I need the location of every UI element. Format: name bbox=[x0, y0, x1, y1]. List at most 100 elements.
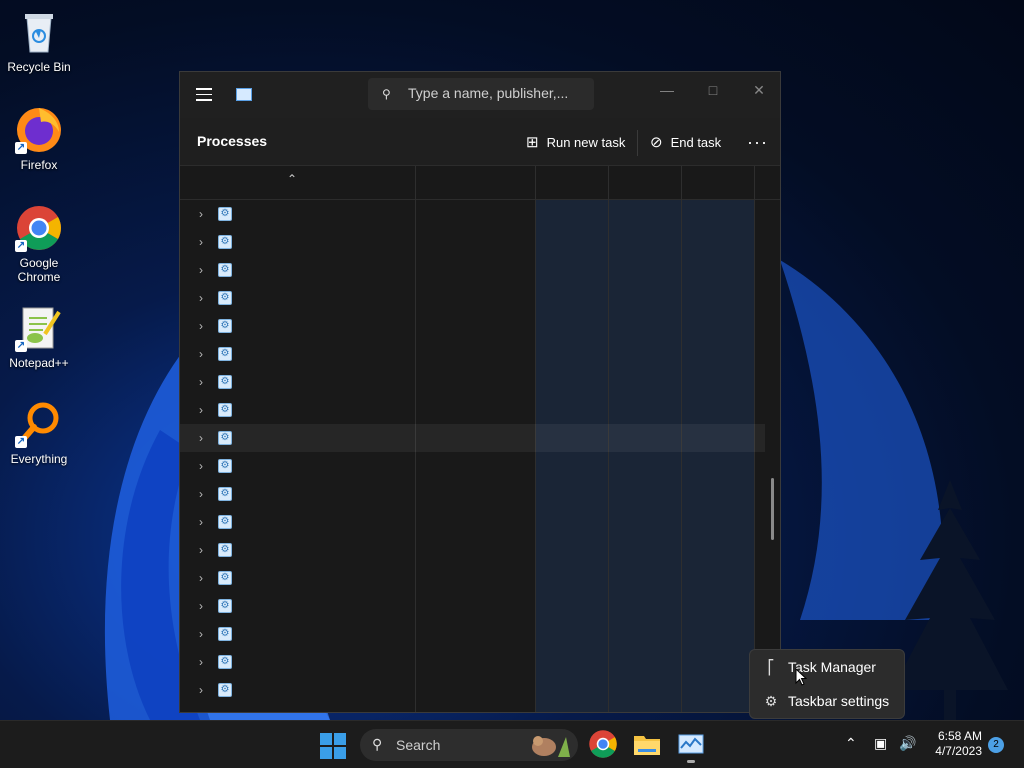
table-row[interactable]: › ⚙ bbox=[180, 368, 765, 396]
menu-item-label: Taskbar settings bbox=[788, 693, 890, 709]
table-row[interactable]: › ⚙ bbox=[180, 648, 765, 676]
table-row[interactable]: › ⚙ bbox=[180, 676, 765, 704]
process-search-box[interactable]: ⚲ bbox=[368, 78, 594, 110]
expand-chevron-icon[interactable]: › bbox=[199, 599, 203, 613]
close-button[interactable]: ✕ bbox=[736, 76, 782, 106]
expand-chevron-icon[interactable]: › bbox=[199, 403, 203, 417]
table-row[interactable]: › ⚙ bbox=[180, 340, 765, 368]
service-gear-icon: ⚙ bbox=[218, 655, 232, 669]
desktop-icon-recycle-bin[interactable]: Recycle Bin bbox=[0, 8, 78, 74]
service-gear-icon: ⚙ bbox=[218, 627, 232, 641]
shortcut-arrow-icon: ↗ bbox=[15, 340, 27, 352]
notification-badge[interactable]: 2 bbox=[988, 737, 1004, 753]
expand-chevron-icon[interactable]: › bbox=[199, 263, 203, 277]
wallpaper-tree bbox=[892, 480, 1008, 720]
service-gear-icon: ⚙ bbox=[218, 375, 232, 389]
recycle-bin-icon bbox=[15, 8, 63, 56]
vertical-scrollbar[interactable] bbox=[771, 478, 774, 540]
table-row[interactable]: › ⚙ bbox=[180, 200, 765, 228]
process-rows: › ⚙ › ⚙ › ⚙ › ⚙ › ⚙ › ⚙ › ⚙ › ⚙ › ⚙ › ⚙ › ⚙ › ⚙ › ⚙ › ⚙ › ⚙ › ⚙ › ⚙ › ⚙ bbox=[180, 200, 765, 704]
shortcut-arrow-icon: ↗ bbox=[15, 436, 27, 448]
process-table: ⌃ › ⚙ › ⚙ › ⚙ › ⚙ › ⚙ › ⚙ › ⚙ › ⚙ › ⚙ › ⚙ › ⚙ › ⚙ › ⚙ › ⚙ › ⚙ › ⚙ › ⚙ › ⚙ bbox=[180, 166, 780, 712]
expand-chevron-icon[interactable]: › bbox=[199, 655, 203, 669]
run-new-task-label: Run new task bbox=[546, 134, 626, 150]
service-gear-icon: ⚙ bbox=[218, 319, 232, 333]
clock-date: 4/7/2023 bbox=[935, 744, 982, 758]
expand-chevron-icon[interactable]: › bbox=[199, 627, 203, 641]
run-new-task-button[interactable]: ⊞ Run new task bbox=[526, 130, 625, 154]
taskbar-search-label: Search bbox=[396, 737, 441, 753]
search-highlight-illustration-icon bbox=[532, 736, 570, 757]
expand-chevron-icon[interactable]: › bbox=[199, 319, 203, 333]
desktop-icon-everything[interactable]: ↗ Everything bbox=[0, 400, 78, 466]
table-row[interactable]: › ⚙ bbox=[180, 620, 765, 648]
table-row[interactable]: › ⚙ bbox=[180, 284, 765, 312]
chrome-icon: ↗ bbox=[15, 204, 63, 252]
expand-chevron-icon[interactable]: › bbox=[199, 515, 203, 529]
table-row[interactable]: › ⚙ bbox=[180, 592, 765, 620]
expand-chevron-icon[interactable]: › bbox=[199, 431, 203, 445]
mouse-cursor-icon bbox=[795, 668, 807, 686]
active-app-indicator bbox=[687, 760, 695, 763]
start-button[interactable] bbox=[320, 733, 346, 759]
network-icon[interactable]: ▣ bbox=[874, 735, 887, 752]
command-bar: Processes ⊞ Run new task ⊘ End task ··· bbox=[180, 118, 780, 166]
expand-chevron-icon[interactable]: › bbox=[199, 207, 203, 221]
desktop-icon-chrome[interactable]: ↗ Google Chrome bbox=[0, 204, 78, 284]
taskbar-search[interactable]: ⚲ Search bbox=[360, 729, 578, 761]
more-options-icon[interactable]: ··· bbox=[747, 132, 768, 153]
expand-chevron-icon[interactable]: › bbox=[199, 543, 203, 557]
table-row[interactable]: › ⚙ bbox=[180, 480, 765, 508]
table-row[interactable]: › ⚙ bbox=[180, 228, 765, 256]
title-bar: ⚲ — □ ✕ bbox=[180, 72, 780, 118]
table-row[interactable]: › ⚙ bbox=[180, 256, 765, 284]
volume-icon[interactable]: 🔊 bbox=[899, 735, 916, 752]
menu-item-task-manager[interactable]: ⎡ Task Manager bbox=[754, 652, 900, 682]
expand-chevron-icon[interactable]: › bbox=[199, 375, 203, 389]
hamburger-menu-icon[interactable] bbox=[196, 88, 212, 102]
table-row[interactable]: › ⚙ bbox=[180, 396, 765, 424]
expand-chevron-icon[interactable]: › bbox=[199, 487, 203, 501]
gear-icon: ⚙ bbox=[764, 692, 778, 709]
table-row[interactable]: › ⚙ bbox=[180, 536, 765, 564]
desktop-icon-firefox[interactable]: ↗ Firefox bbox=[0, 106, 78, 172]
table-row[interactable]: › ⚙ bbox=[180, 564, 765, 592]
end-task-button[interactable]: ⊘ End task bbox=[650, 130, 721, 154]
search-icon: ⚲ bbox=[382, 87, 391, 101]
expand-chevron-icon[interactable]: › bbox=[199, 291, 203, 305]
service-gear-icon: ⚙ bbox=[218, 571, 232, 585]
expand-chevron-icon[interactable]: › bbox=[199, 683, 203, 697]
desktop-icon-notepad-plus-plus[interactable]: ↗ Notepad++ bbox=[0, 304, 78, 370]
sort-ascending-icon[interactable]: ⌃ bbox=[287, 172, 297, 186]
file-explorer-icon bbox=[634, 736, 660, 755]
search-input[interactable] bbox=[408, 85, 588, 101]
minimize-button[interactable]: — bbox=[644, 76, 690, 106]
taskbar-file-explorer-button[interactable] bbox=[632, 729, 664, 761]
page-title: Processes bbox=[197, 133, 268, 149]
taskbar-chrome-button[interactable] bbox=[588, 729, 620, 761]
menu-item-taskbar-settings[interactable]: ⚙ Taskbar settings bbox=[754, 686, 900, 716]
table-row[interactable]: › ⚙ bbox=[180, 312, 765, 340]
service-gear-icon: ⚙ bbox=[218, 459, 232, 473]
service-gear-icon: ⚙ bbox=[218, 291, 232, 305]
task-manager-app-icon bbox=[236, 88, 252, 101]
taskbar-task-manager-button[interactable] bbox=[676, 729, 708, 761]
taskbar: ⚲ Search ⌃ ▣ 🔊 6:58 AM 4/7/2023 2 bbox=[0, 720, 1024, 768]
desktop-icon-label: Everything bbox=[10, 452, 68, 466]
table-row[interactable]: › ⚙ bbox=[180, 508, 765, 536]
service-gear-icon: ⚙ bbox=[218, 683, 232, 697]
table-row[interactable]: › ⚙ bbox=[180, 452, 765, 480]
table-row[interactable]: › ⚙ bbox=[180, 424, 765, 452]
clock[interactable]: 6:58 AM 4/7/2023 bbox=[930, 729, 982, 759]
maximize-button[interactable]: □ bbox=[690, 76, 736, 106]
expand-chevron-icon[interactable]: › bbox=[199, 459, 203, 473]
taskbar-context-menu: ⎡ Task Manager ⚙ Taskbar settings bbox=[749, 649, 905, 719]
desktop-icon-label: Recycle Bin bbox=[7, 60, 71, 74]
expand-chevron-icon[interactable]: › bbox=[199, 235, 203, 249]
expand-chevron-icon[interactable]: › bbox=[199, 347, 203, 361]
run-new-task-icon: ⊞ bbox=[526, 134, 539, 151]
end-task-label: End task bbox=[670, 134, 722, 150]
expand-chevron-icon[interactable]: › bbox=[199, 571, 203, 585]
show-hidden-icons-icon[interactable]: ⌃ bbox=[845, 735, 857, 752]
table-header[interactable]: ⌃ bbox=[180, 166, 780, 200]
